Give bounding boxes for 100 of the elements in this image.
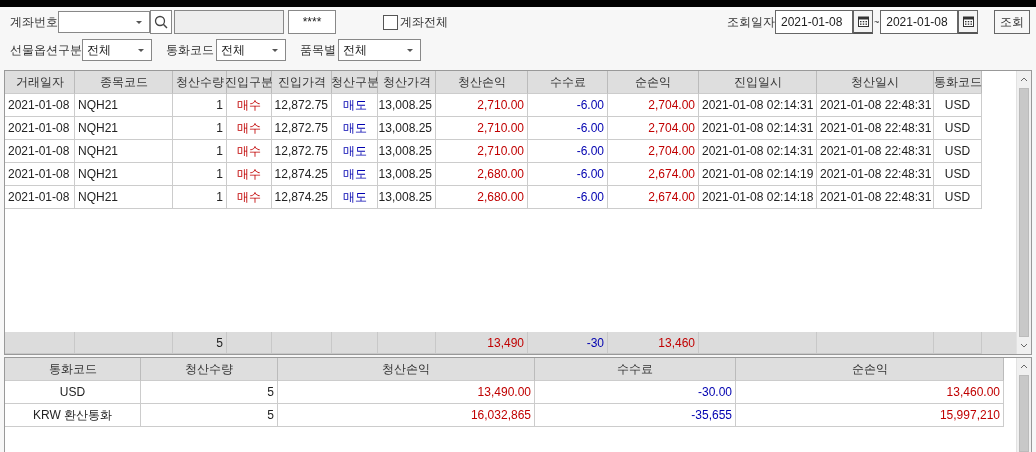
query-button[interactable]: 조회 bbox=[994, 10, 1030, 34]
total-cell bbox=[227, 332, 272, 354]
table-cell: -6.00 bbox=[528, 117, 608, 140]
table-cell: 매도 bbox=[332, 117, 378, 140]
calendar-icon bbox=[857, 16, 869, 27]
table-cell: 2021-01-08 bbox=[5, 140, 75, 163]
table-cell: 2021-01-08 02:14:19 bbox=[699, 163, 817, 186]
table-cell: 15,997,210 bbox=[736, 404, 1004, 427]
column-header[interactable]: 진입일시 bbox=[699, 71, 817, 94]
total-cell bbox=[5, 332, 75, 354]
table-cell: 16,032,865 bbox=[278, 404, 535, 427]
search-button[interactable] bbox=[150, 10, 172, 34]
table-cell: NQH21 bbox=[75, 186, 173, 209]
futures-option-dropdown[interactable]: 전체 bbox=[82, 39, 152, 61]
table-cell: 1 bbox=[173, 94, 227, 117]
column-header[interactable]: 통화코드 bbox=[934, 71, 982, 94]
table-cell: -30.00 bbox=[535, 381, 736, 404]
table-cell: 13,008.25 bbox=[378, 117, 436, 140]
table-cell: 매수 bbox=[227, 94, 272, 117]
column-header[interactable]: 진입구분 bbox=[227, 71, 272, 94]
table-cell: -35,655 bbox=[535, 404, 736, 427]
currency-dropdown[interactable]: 전체 bbox=[216, 39, 286, 61]
table-cell: 12,874.25 bbox=[272, 186, 332, 209]
table-cell: 2021-01-08 22:48:31 bbox=[817, 186, 934, 209]
table-cell: 2,710.00 bbox=[436, 117, 528, 140]
table-cell: 1 bbox=[173, 186, 227, 209]
column-header[interactable]: 청산손익 bbox=[278, 358, 535, 381]
table-cell: 13,008.25 bbox=[378, 140, 436, 163]
table-cell: 13,008.25 bbox=[378, 163, 436, 186]
table-cell: 2,680.00 bbox=[436, 163, 528, 186]
table-cell: 13,490.00 bbox=[278, 381, 535, 404]
date-separator: ~ bbox=[874, 17, 880, 27]
table-cell: 12,872.75 bbox=[272, 94, 332, 117]
date-from-field[interactable]: 2021-01-08 bbox=[775, 10, 853, 34]
table-cell: 2,680.00 bbox=[436, 186, 528, 209]
table-cell: 2,704.00 bbox=[608, 140, 699, 163]
table-cell: NQH21 bbox=[75, 94, 173, 117]
table-cell: 매도 bbox=[332, 163, 378, 186]
table-cell: 매수 bbox=[227, 163, 272, 186]
column-header[interactable]: 수수료 bbox=[535, 358, 736, 381]
calendar-icon bbox=[962, 16, 974, 27]
calendar-button[interactable] bbox=[853, 10, 873, 34]
scroll-up-icon bbox=[1020, 364, 1028, 369]
table-cell: USD bbox=[934, 117, 982, 140]
table-cell: 5 bbox=[141, 404, 278, 427]
product-dropdown[interactable]: 전체 bbox=[338, 39, 421, 61]
table-cell: 13,008.25 bbox=[378, 94, 436, 117]
calendar-button[interactable] bbox=[958, 10, 979, 34]
table-cell: 2021-01-08 bbox=[5, 186, 75, 209]
search-icon bbox=[154, 15, 168, 29]
table-cell: USD bbox=[5, 381, 141, 404]
date-to-field[interactable]: 2021-01-08 bbox=[880, 10, 959, 34]
table-cell: 1 bbox=[173, 163, 227, 186]
table-cell: 13,460.00 bbox=[736, 381, 1004, 404]
scrollbar[interactable] bbox=[1016, 71, 1031, 354]
table-cell: 2,674.00 bbox=[608, 163, 699, 186]
date-label: 조회일자 bbox=[727, 13, 775, 31]
table-cell: 매수 bbox=[227, 117, 272, 140]
currency-label: 통화코드 bbox=[166, 41, 214, 59]
column-header[interactable]: 청산수량 bbox=[141, 358, 278, 381]
column-header[interactable]: 통화코드 bbox=[5, 358, 141, 381]
total-cell bbox=[272, 332, 332, 354]
account-label: 계좌번호 bbox=[10, 13, 58, 31]
column-header[interactable]: 종목코드 bbox=[75, 71, 173, 94]
caret-icon bbox=[407, 49, 413, 52]
table-cell: 2,704.00 bbox=[608, 117, 699, 140]
column-header[interactable]: 청산가격 bbox=[378, 71, 436, 94]
total-cell bbox=[378, 332, 436, 354]
column-header[interactable]: 청산수량 bbox=[173, 71, 227, 94]
table-cell: KRW 환산통화 bbox=[5, 404, 141, 427]
table-cell: 2021-01-08 bbox=[5, 117, 75, 140]
table-cell: 2021-01-08 bbox=[5, 163, 75, 186]
table-cell: -6.00 bbox=[528, 140, 608, 163]
table-cell: 매도 bbox=[332, 186, 378, 209]
table-cell: 12,874.25 bbox=[272, 163, 332, 186]
column-header[interactable]: 순손익 bbox=[608, 71, 699, 94]
table-cell: USD bbox=[934, 140, 982, 163]
total-cell: 13,460 bbox=[608, 332, 699, 354]
all-accounts-label: 계좌전체 bbox=[400, 13, 448, 31]
table-cell: 2021-01-08 22:48:31 bbox=[817, 140, 934, 163]
table-cell: 12,872.75 bbox=[272, 117, 332, 140]
total-cell bbox=[934, 332, 982, 354]
table-cell: 2021-01-08 22:48:31 bbox=[817, 117, 934, 140]
table-cell: 12,872.75 bbox=[272, 140, 332, 163]
column-header[interactable]: 거래일자 bbox=[5, 71, 75, 94]
table-cell: NQH21 bbox=[75, 163, 173, 186]
table-cell: 13,008.25 bbox=[378, 186, 436, 209]
password-field[interactable]: **** bbox=[288, 10, 336, 34]
table-cell: 2021-01-08 02:14:31 bbox=[699, 140, 817, 163]
table-cell: 매도 bbox=[332, 140, 378, 163]
table-cell: 2,710.00 bbox=[436, 94, 528, 117]
column-header[interactable]: 청산구분 bbox=[332, 71, 378, 94]
scrollbar[interactable] bbox=[1016, 358, 1031, 452]
column-header[interactable]: 수수료 bbox=[528, 71, 608, 94]
column-header[interactable]: 청산손익 bbox=[436, 71, 528, 94]
column-header[interactable]: 청산일시 bbox=[817, 71, 934, 94]
all-accounts-checkbox[interactable] bbox=[383, 14, 398, 30]
column-header[interactable]: 순손익 bbox=[736, 358, 1004, 381]
table-cell: 2,704.00 bbox=[608, 94, 699, 117]
column-header[interactable]: 진입가격 bbox=[272, 71, 332, 94]
